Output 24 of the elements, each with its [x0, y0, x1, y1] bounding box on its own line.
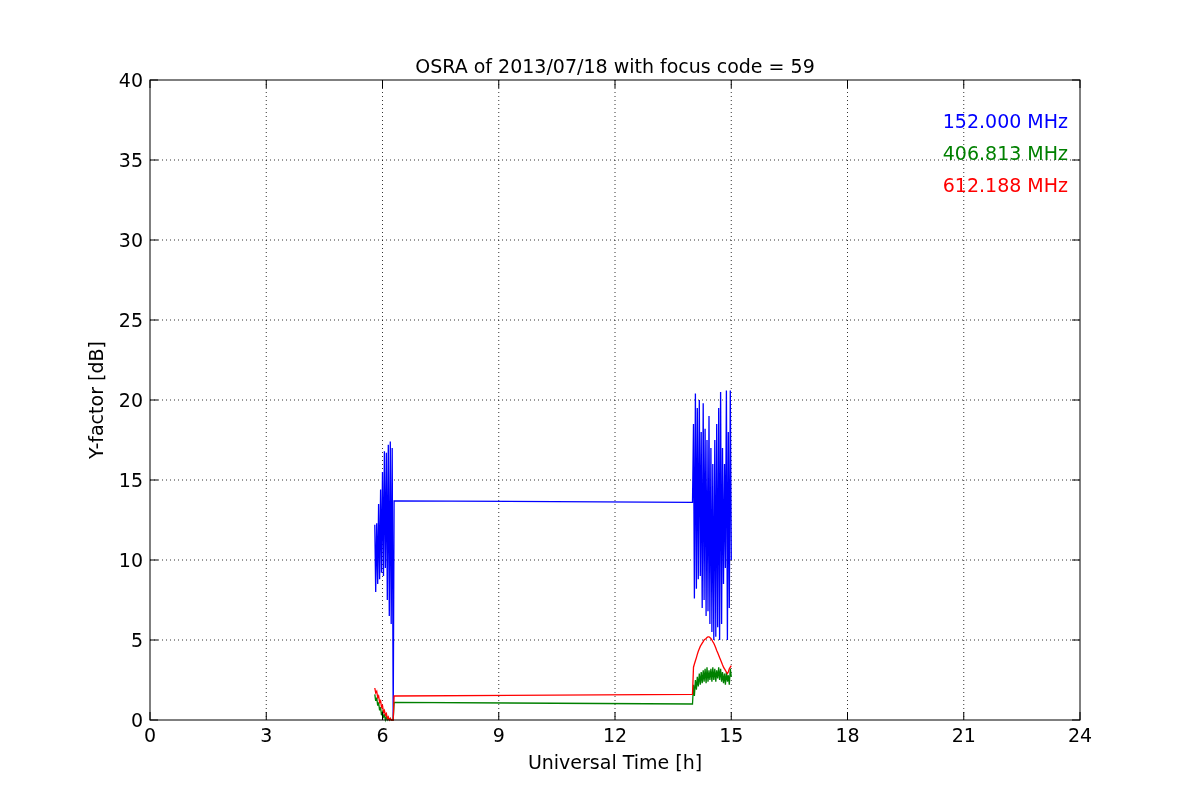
tick-label: 40: [118, 69, 143, 91]
tick-label: 5: [130, 629, 143, 651]
tick-label: 35: [118, 149, 143, 171]
tick-label: 20: [118, 389, 143, 411]
tick-label: 24: [1067, 724, 1093, 746]
axis-label: Y-factor [dB]: [85, 341, 107, 459]
tick-label: 9: [492, 724, 505, 746]
tick-label: 30: [118, 229, 143, 251]
tick-label: 21: [951, 724, 976, 746]
tick-label: 15: [719, 724, 744, 746]
tick-label: 15: [118, 469, 143, 491]
tick-label: 0: [130, 709, 143, 731]
tick-label: 0: [143, 724, 157, 746]
axis-label: Universal Time [h]: [527, 751, 703, 773]
legend-label: 406.813 MHz: [942, 142, 1068, 164]
tick-label: 25: [118, 309, 143, 331]
tick-label: 10: [118, 549, 143, 571]
chart-title: OSRA of 2013/07/18 with focus code = 59: [415, 55, 815, 77]
tick-label: 6: [376, 724, 389, 746]
legend-label: 612.188 MHz: [942, 174, 1068, 196]
legend-label: 152.000 MHz: [942, 110, 1068, 132]
tick-label: 18: [835, 724, 860, 746]
tick-label: 12: [602, 724, 628, 746]
tick-label: 3: [260, 724, 273, 746]
